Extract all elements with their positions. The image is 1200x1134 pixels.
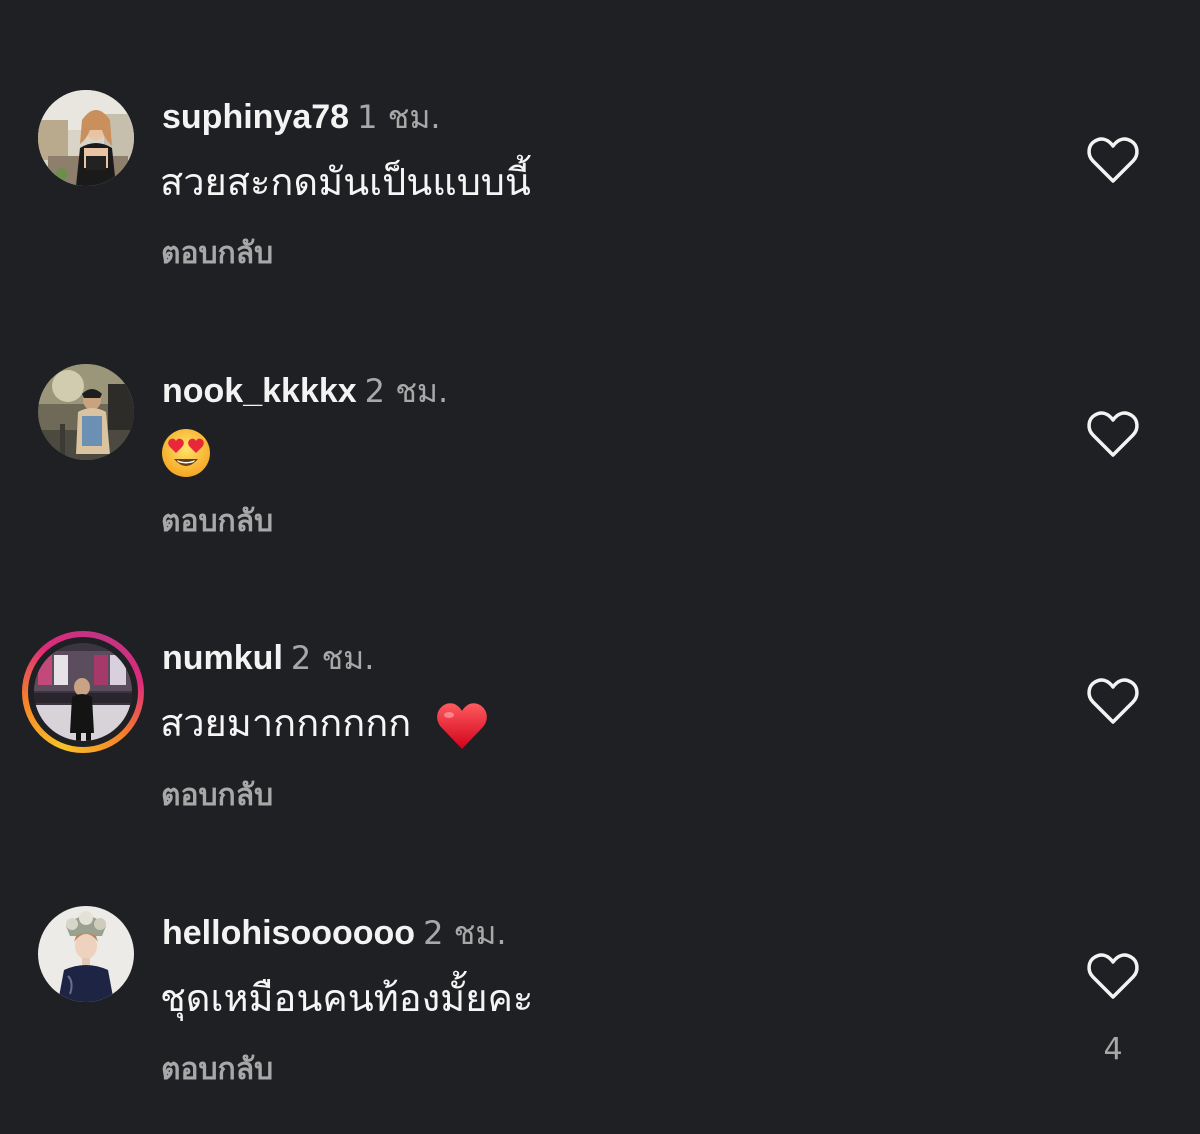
comment-username[interactable]: hellohisoooooo xyxy=(162,914,415,952)
comment-text: ชุดเหมือนคนท้องมั้ยคะ xyxy=(160,976,534,1020)
comment-item: hellohisoooooo 2 ชม. ชุดเหมือนคนท้องมั้ยค… xyxy=(0,0,1200,1087)
comment-timestamp: 2 ชม. xyxy=(423,914,507,952)
like-button[interactable] xyxy=(1086,677,1140,727)
comment-timestamp: 2 ชม. xyxy=(364,372,449,410)
reply-button[interactable]: ตอบกลับ xyxy=(161,502,273,542)
heart-outline-icon xyxy=(1087,953,1139,999)
heart-eyes-emoji-icon xyxy=(162,428,210,477)
like-count: 4 xyxy=(1103,1032,1123,1067)
comment-username[interactable]: numkul xyxy=(162,639,283,677)
profile-photo-icon xyxy=(34,643,132,741)
red-heart-emoji-icon xyxy=(437,702,488,749)
comment-username[interactable]: nook_kkkkx xyxy=(162,372,357,410)
story-ring[interactable] xyxy=(22,631,144,753)
heart-outline-icon xyxy=(1087,678,1139,724)
reply-button[interactable]: ตอบกลับ xyxy=(161,776,273,816)
reply-button[interactable]: ตอบกลับ xyxy=(161,1050,273,1090)
comment-text xyxy=(160,426,212,479)
comment-text-content: สวยมากกกกกก xyxy=(160,701,412,745)
comment-header: hellohisoooooo 2 ชม. xyxy=(162,913,507,954)
reply-button[interactable]: ตอบกลับ xyxy=(161,234,273,274)
avatar[interactable] xyxy=(38,364,134,460)
avatar xyxy=(34,643,132,741)
comment-text: สวยมากกกกกก xyxy=(160,699,489,751)
profile-photo-icon xyxy=(38,364,134,460)
like-button[interactable] xyxy=(1086,410,1140,460)
heart-outline-icon xyxy=(1087,411,1139,457)
like-button[interactable] xyxy=(1086,952,1140,1002)
comment-header: numkul 2 ชม. xyxy=(162,638,374,679)
comment-header: nook_kkkkx 2 ชม. xyxy=(162,371,448,412)
comment-timestamp: 2 ชม. xyxy=(290,639,375,677)
avatar[interactable] xyxy=(38,906,134,1002)
profile-photo-icon xyxy=(38,906,134,1002)
